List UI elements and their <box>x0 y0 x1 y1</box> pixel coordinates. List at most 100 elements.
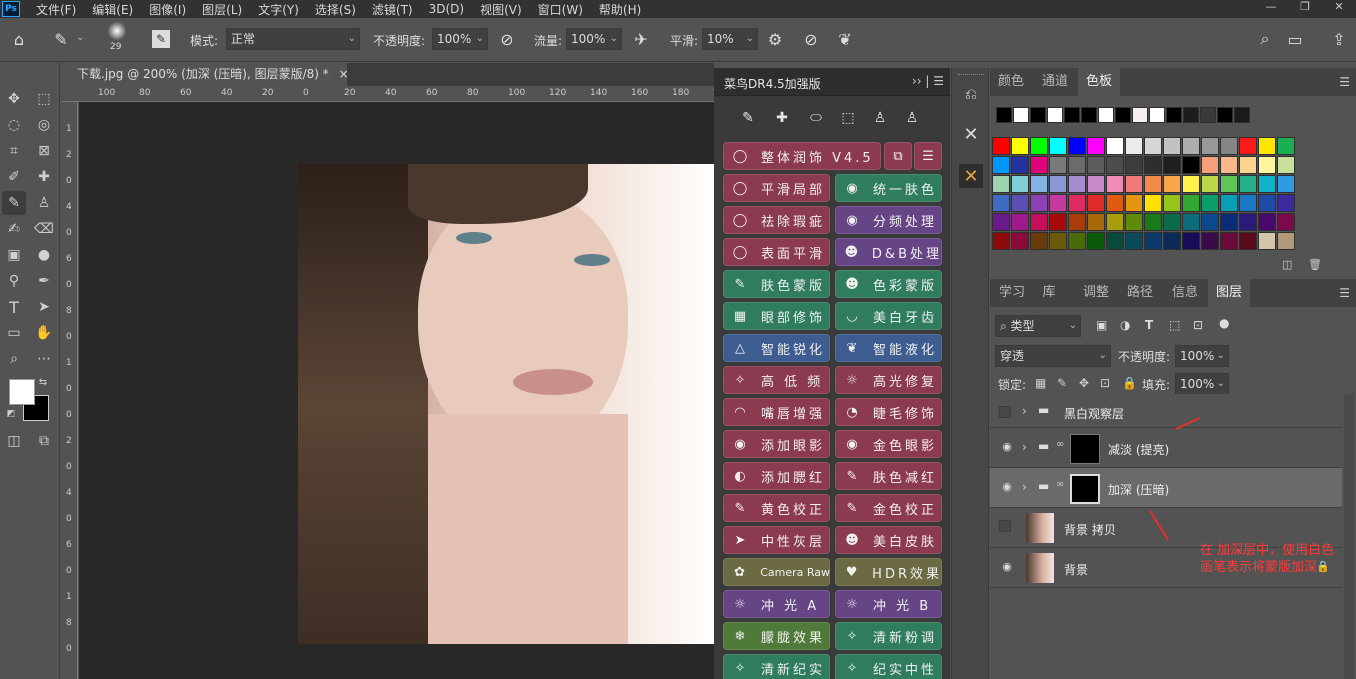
swatch[interactable] <box>1030 137 1048 155</box>
healing-brush-icon[interactable]: ✚ <box>32 165 56 189</box>
menu-image[interactable]: 图像(I) <box>149 1 186 18</box>
plugin-button[interactable]: ✎ 肤色蒙版 <box>723 270 830 298</box>
swatch[interactable] <box>1011 137 1029 155</box>
swatch[interactable] <box>1087 175 1105 193</box>
swatch[interactable] <box>1144 194 1162 212</box>
layer-mask-thumbnail[interactable] <box>1070 474 1100 504</box>
swatch[interactable] <box>1011 232 1029 250</box>
screen-mode-icon[interactable]: ⧉ <box>32 429 56 453</box>
eraser-tool-icon[interactable]: ⌫ <box>32 217 56 241</box>
swatch[interactable] <box>1239 232 1257 250</box>
close-window-button[interactable]: ✕ <box>1322 0 1356 18</box>
healing-icon[interactable]: ✚ <box>770 110 794 132</box>
more-tools-icon[interactable]: ⋯ <box>32 347 56 371</box>
swatch[interactable] <box>1182 175 1200 193</box>
swatch[interactable] <box>1144 137 1162 155</box>
swatch[interactable] <box>1277 194 1295 212</box>
swatch[interactable] <box>1049 194 1067 212</box>
plugin-button[interactable]: ◠ 嘴唇增强 <box>723 398 830 426</box>
swatch[interactable] <box>1011 175 1029 193</box>
history-brush-icon[interactable]: ✍ <box>2 217 26 241</box>
plugin-button[interactable]: ◔ 睫毛修饰 <box>835 398 942 426</box>
link-icon[interactable]: ∞ <box>1056 479 1064 490</box>
lock-transparent-icon[interactable]: ▦ <box>1035 376 1046 390</box>
plugin-button[interactable]: ☼ 冲 光 B <box>835 590 942 618</box>
swatch[interactable] <box>1183 107 1199 123</box>
swatch[interactable] <box>1277 213 1295 231</box>
foreground-color-swatch[interactable] <box>9 379 35 405</box>
tab-channels[interactable]: 通道 <box>1034 68 1076 96</box>
filter-pixel-icon[interactable]: ▣ <box>1096 318 1107 332</box>
swatch[interactable] <box>1098 107 1114 123</box>
swatch[interactable] <box>1239 175 1257 193</box>
plugin-button[interactable]: ◯ 表面平滑 <box>723 238 830 266</box>
swatch[interactable] <box>1049 137 1067 155</box>
bandage-icon[interactable]: ⬭ <box>804 110 828 132</box>
swatch[interactable] <box>1068 232 1086 250</box>
swatch[interactable] <box>1201 156 1219 174</box>
swatch[interactable] <box>992 137 1010 155</box>
stamp-plus-icon[interactable]: ♙ <box>900 110 924 132</box>
swatch[interactable] <box>1277 175 1295 193</box>
brush-tool-icon[interactable]: ✎ <box>50 28 72 50</box>
plugin-button[interactable]: ◡ 美白牙齿 <box>835 302 942 330</box>
layer-row-burn[interactable]: ◉ › ▬ ∞ 加深 (压暗) <box>990 468 1342 508</box>
swatch[interactable] <box>1125 175 1143 193</box>
default-colors-icon[interactable]: ◩ <box>4 407 18 421</box>
layer-mask-thumbnail[interactable] <box>1070 434 1100 464</box>
gear-icon[interactable]: ⚙ <box>764 28 786 50</box>
swatch[interactable] <box>1049 156 1067 174</box>
plugin-button[interactable]: ✧ 纪实中性 <box>835 654 942 679</box>
smoothing-input[interactable]: 10% ⌄ <box>702 28 758 50</box>
pressure-opacity-icon[interactable]: ⊘ <box>496 28 518 50</box>
swatch[interactable] <box>1132 107 1148 123</box>
swatch[interactable] <box>1258 194 1276 212</box>
pen-tool-icon[interactable]: ✒ <box>32 269 56 293</box>
share-icon[interactable]: ⇪ <box>1328 28 1350 50</box>
plugin-button[interactable]: ✎ 金色校正 <box>835 494 942 522</box>
plugin-button[interactable]: ◉ 分频处理 <box>835 206 942 234</box>
brush-preset-icon[interactable] <box>108 22 126 40</box>
swatch[interactable] <box>1030 156 1048 174</box>
eye-icon[interactable]: ◉ <box>1000 480 1014 494</box>
flow-input[interactable]: 100% ⌄ <box>566 28 622 50</box>
swatch[interactable] <box>1201 232 1219 250</box>
lock-all-icon[interactable]: 🔒 <box>1122 376 1137 390</box>
swatch[interactable] <box>1258 137 1276 155</box>
tab-adjustments[interactable]: 调整 <box>1076 279 1116 307</box>
swatch[interactable] <box>1182 232 1200 250</box>
swatch[interactable] <box>1068 137 1086 155</box>
shape-tool-icon[interactable]: ▭ <box>2 321 26 345</box>
mode-select[interactable]: 正常 ⌄ <box>226 28 360 50</box>
swatch[interactable] <box>1106 194 1124 212</box>
swatch[interactable] <box>1201 137 1219 155</box>
dodge-tool-icon[interactable]: ⚲ <box>2 269 26 293</box>
chevron-right-icon[interactable]: › <box>1022 440 1027 454</box>
swatch[interactable] <box>1049 213 1067 231</box>
chevron-down-icon[interactable]: ⌄ <box>76 32 84 43</box>
hand-tool-icon[interactable]: ✋ <box>32 321 56 345</box>
swatch[interactable] <box>1049 232 1067 250</box>
plugin-button[interactable]: ◯ 平滑局部 <box>723 174 830 202</box>
panel-menu-icon[interactable]: ☰ <box>1339 286 1350 300</box>
swatch[interactable] <box>1234 107 1250 123</box>
plugin-menu-icon[interactable]: ›› | ☰ <box>912 74 944 88</box>
eyedropper-icon[interactable]: ✐ <box>2 165 26 189</box>
blend-mode-select[interactable]: 穿透 ⌄ <box>995 345 1111 367</box>
swatch[interactable] <box>1220 194 1238 212</box>
plugin-button[interactable]: ✎ 肤色减红 <box>835 462 942 490</box>
menu-help[interactable]: 帮助(H) <box>599 1 641 18</box>
swatch[interactable] <box>1201 175 1219 193</box>
swatch[interactable] <box>1166 107 1182 123</box>
menu-3d[interactable]: 3D(D) <box>429 2 464 16</box>
select-icon[interactable]: ⬚ <box>836 110 860 132</box>
tab-color[interactable]: 颜色 <box>990 68 1032 96</box>
restore-button[interactable]: ❐ <box>1288 0 1322 18</box>
new-swatch-icon[interactable]: ◫ <box>1282 258 1292 271</box>
path-select-icon[interactable]: ➤ <box>32 295 56 319</box>
lock-position-icon[interactable]: ✥ <box>1079 376 1089 390</box>
plugin-button[interactable]: ✧ 高 低 频 <box>723 366 830 394</box>
swatch[interactable] <box>1106 213 1124 231</box>
marquee-tool-icon[interactable]: ⬚ <box>32 87 56 111</box>
plugin-button[interactable]: ✧ 清新粉调 <box>835 622 942 650</box>
